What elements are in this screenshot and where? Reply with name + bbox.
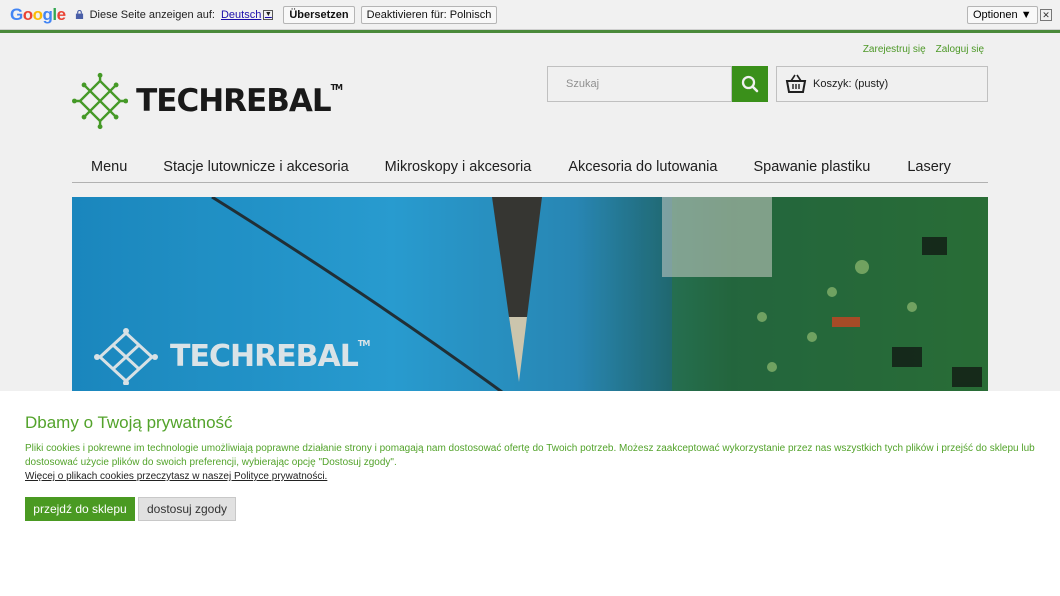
main-nav: Menu Stacje lutownicze i akcesoria Mikro… bbox=[72, 151, 988, 183]
customize-consents-button[interactable]: dostosuj zgody bbox=[138, 497, 236, 521]
banner-logo-text: TECHREBALTM bbox=[170, 338, 370, 374]
lock-icon bbox=[75, 10, 83, 19]
basket-icon bbox=[785, 74, 807, 93]
cart-button[interactable]: Koszyk: (pusty) bbox=[776, 66, 988, 102]
chevron-down-icon: ▼ bbox=[263, 9, 274, 20]
nav-item-soldering-accessories[interactable]: Akcesoria do lutowania bbox=[568, 159, 717, 175]
translate-button[interactable]: Übersetzen bbox=[283, 5, 355, 24]
banner-logo: TECHREBALTM bbox=[90, 327, 370, 385]
cookie-title: Dbamy o Twoją prywatność bbox=[25, 413, 233, 432]
privacy-policy-link[interactable]: Więcej o plikach cookies przeczytasz w n… bbox=[25, 471, 327, 482]
cookie-consent-panel: Dbamy o Twoją prywatność Pliki cookies i… bbox=[0, 391, 1060, 596]
register-link[interactable]: Zarejestruj się bbox=[863, 44, 926, 55]
logo-text: TECHREBALTM bbox=[136, 83, 343, 119]
auth-links: Zarejestruj się Zaloguj się bbox=[863, 44, 984, 55]
google-logo: Google bbox=[10, 4, 66, 24]
search-input[interactable]: Szukaj bbox=[547, 66, 732, 102]
nav-item-soldering-stations[interactable]: Stacje lutownicze i akcesoria bbox=[163, 159, 348, 175]
search-icon bbox=[741, 75, 759, 93]
nav-item-lasers[interactable]: Lasery bbox=[907, 159, 951, 175]
site-logo[interactable]: TECHREBALTM bbox=[72, 66, 343, 136]
search-button[interactable] bbox=[732, 66, 768, 102]
nav-item-plastic-welding[interactable]: Spawanie plastiku bbox=[753, 159, 870, 175]
nav-item-microscopes[interactable]: Mikroskopy i akcesoria bbox=[385, 159, 532, 175]
nav-item-menu[interactable]: Menu bbox=[91, 159, 127, 175]
cart-label: Koszyk: (pusty) bbox=[813, 78, 889, 90]
language-select-label: Deutsch bbox=[220, 8, 262, 21]
login-link[interactable]: Zaloguj się bbox=[936, 44, 984, 55]
cookie-text: Pliki cookies i pokrewne im technologie … bbox=[25, 443, 1035, 468]
translate-bar: Google Diese Seite anzeigen auf: Deutsch… bbox=[0, 0, 1060, 30]
accept-cookies-button[interactable]: przejdź do sklepu bbox=[25, 497, 135, 521]
close-icon[interactable]: ✕ bbox=[1040, 9, 1052, 21]
circuit-logo-icon bbox=[72, 72, 129, 130]
language-select[interactable]: Deutsch ▼ bbox=[220, 8, 274, 21]
circuit-logo-icon bbox=[94, 328, 158, 385]
translate-prompt: Diese Seite anzeigen auf: bbox=[89, 8, 215, 21]
hero-banner[interactable]: TECHREBALTM bbox=[72, 197, 988, 397]
deactivate-button[interactable]: Deaktivieren für: Polnisch bbox=[360, 5, 498, 24]
options-button[interactable]: Optionen ▼ bbox=[967, 6, 1038, 24]
